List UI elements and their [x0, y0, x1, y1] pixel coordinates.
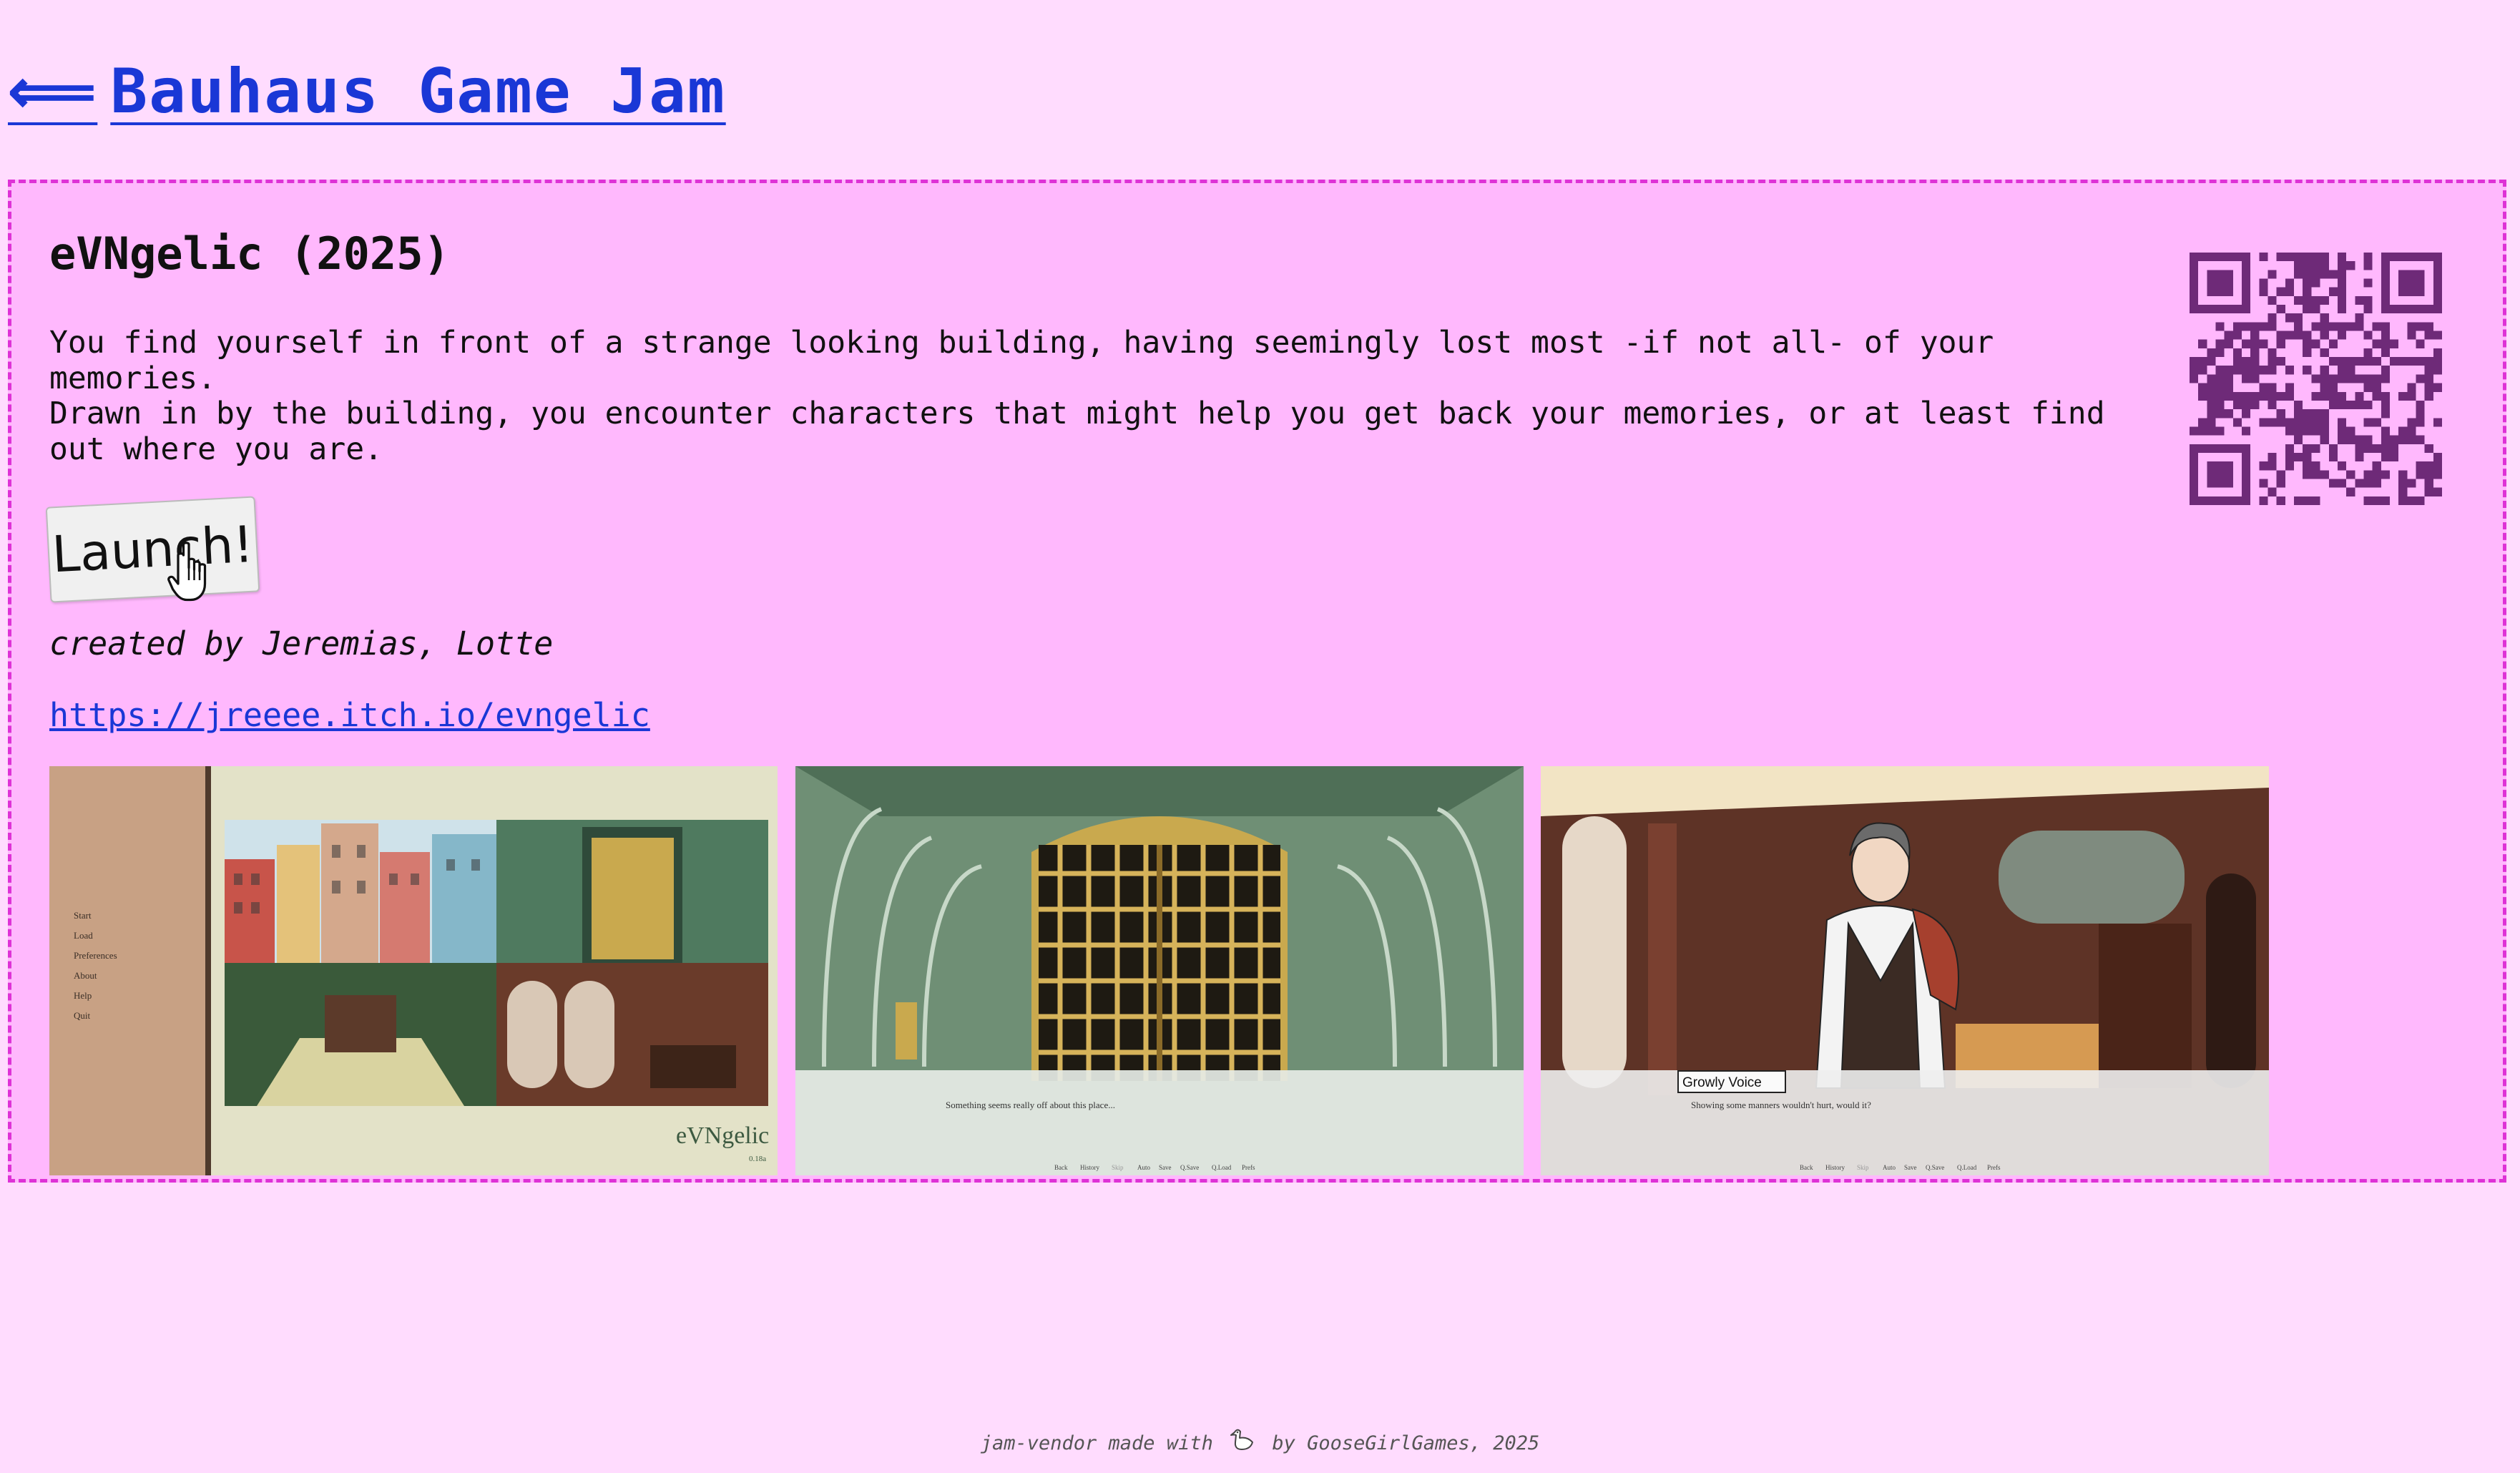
game-url-link[interactable]: https://jreeee.itch.io/evngelic — [49, 696, 650, 734]
dialogue-text: Showing some manners wouldn't hurt, woul… — [1691, 1100, 1871, 1110]
back-arrow-icon: ⟸ — [8, 56, 98, 127]
svg-text:Prefs: Prefs — [1242, 1164, 1255, 1171]
svg-text:Auto: Auto — [1137, 1164, 1151, 1171]
game-card: eVNgelic (2025) You find yourself in fro… — [8, 180, 2506, 1183]
svg-text:Auto: Auto — [1883, 1164, 1896, 1171]
svg-text:Save: Save — [1904, 1164, 1917, 1171]
svg-text:Q.Load: Q.Load — [1212, 1164, 1232, 1171]
footer: jam-vendor made with by GooseGirlGames, … — [0, 1428, 2520, 1454]
screenshot-elevator[interactable]: Something seems really off about this pl… — [795, 766, 1524, 1175]
menu-item-load: Load — [74, 930, 93, 941]
game-logo: eVNgelic — [676, 1122, 769, 1149]
svg-text:Q.Save: Q.Save — [1180, 1164, 1199, 1171]
back-link-label: Bauhaus Game Jam — [110, 56, 726, 127]
svg-text:Skip: Skip — [1112, 1164, 1124, 1171]
svg-text:Back: Back — [1800, 1164, 1813, 1171]
menu-item-about: About — [74, 970, 97, 981]
footer-text-before: jam-vendor made with — [980, 1432, 1213, 1454]
screenshot-title-menu[interactable]: Start Load Preferences About Help Quit e… — [49, 766, 778, 1175]
footer-text-after: by GooseGirlGames, 2025 — [1272, 1432, 1540, 1454]
goose-icon — [1230, 1429, 1254, 1450]
menu-item-start: Start — [74, 910, 92, 921]
menu-item-preferences: Preferences — [74, 950, 117, 961]
svg-text:Back: Back — [1054, 1164, 1068, 1171]
svg-text:History: History — [1080, 1164, 1100, 1171]
launch-button[interactable]: Launch! — [45, 496, 260, 603]
dialogue-text: Something seems really off about this pl… — [946, 1100, 1115, 1110]
qr-code-icon — [2190, 253, 2442, 505]
back-to-jam-link[interactable]: ⟸ Bauhaus Game Jam — [8, 56, 726, 127]
speaker-name: Growly Voice — [1682, 1075, 1762, 1090]
svg-text:Save: Save — [1159, 1164, 1172, 1171]
screenshot-character[interactable]: Growly Voice Showing some manners wouldn… — [1541, 766, 2269, 1175]
svg-text:History: History — [1825, 1164, 1845, 1171]
menu-item-help: Help — [74, 990, 92, 1001]
menu-item-quit: Quit — [74, 1010, 91, 1021]
svg-text:Prefs: Prefs — [1987, 1164, 2001, 1171]
svg-text:Q.Save: Q.Save — [1926, 1164, 1944, 1171]
game-description-1: You find yourself in front of a strange … — [49, 325, 1994, 396]
svg-text:Skip: Skip — [1857, 1164, 1869, 1171]
game-title: eVNgelic (2025) — [49, 227, 450, 280]
svg-text:Q.Load: Q.Load — [1957, 1164, 1977, 1171]
game-version: 0.18a — [749, 1155, 766, 1163]
created-by-text: created by Jeremias, Lotte — [49, 625, 554, 662]
game-description-2: Drawn in by the building, you encounter … — [49, 396, 2105, 467]
